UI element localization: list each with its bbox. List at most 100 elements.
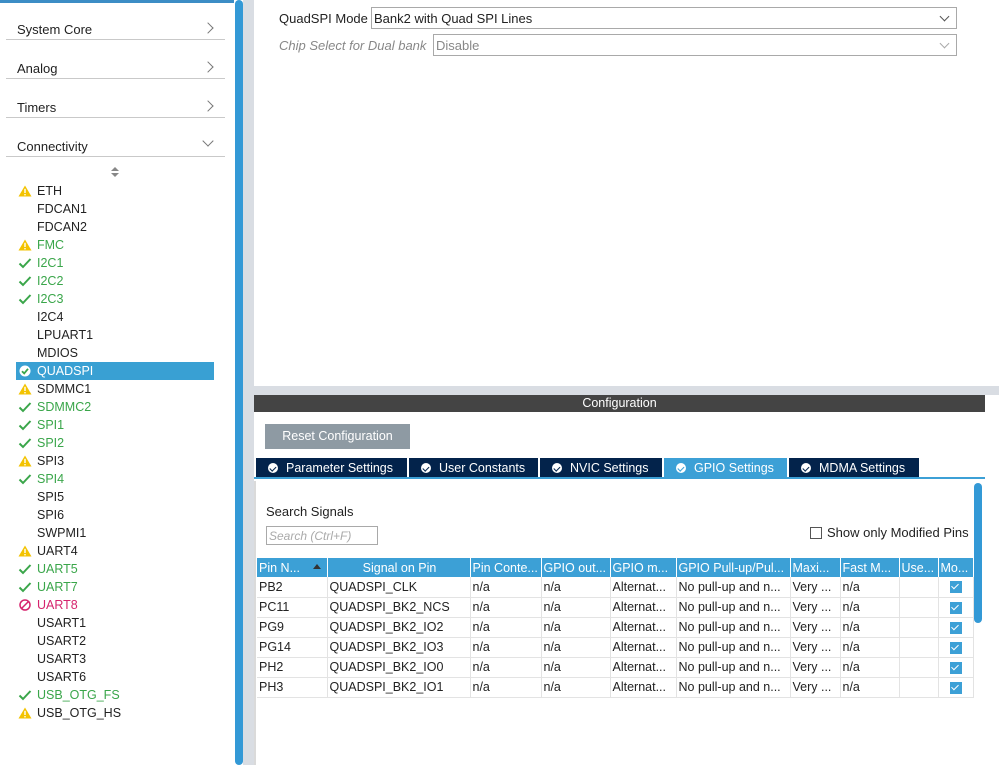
table-cell: PG14 bbox=[257, 637, 328, 658]
column-header-gpio-pull[interactable]: GPIO Pull-up/Pul... bbox=[676, 558, 791, 577]
table-cell: No pull-up and n... bbox=[676, 577, 791, 598]
table-header-row: Pin N... Signal on Pin Pin Conte... GPIO… bbox=[257, 558, 974, 577]
peripheral-name: FMC bbox=[37, 238, 65, 252]
modified-checkbox[interactable] bbox=[949, 641, 962, 654]
peripheral-item-usart1[interactable]: USART1 bbox=[16, 614, 214, 632]
search-signals-input[interactable] bbox=[266, 526, 378, 545]
sort-toggle-icon[interactable] bbox=[110, 167, 120, 179]
peripheral-item-uart4[interactable]: UART4 bbox=[16, 542, 214, 560]
tab-underline bbox=[254, 477, 985, 479]
reset-configuration-button[interactable]: Reset Configuration bbox=[265, 424, 410, 449]
vertical-splitter[interactable] bbox=[243, 0, 254, 765]
table-cell bbox=[899, 597, 939, 618]
peripheral-name: FDCAN1 bbox=[37, 202, 88, 216]
quadspi-mode-select[interactable]: Bank2 with Quad SPI Lines bbox=[371, 7, 957, 29]
column-header-modified[interactable]: Mo... bbox=[938, 558, 974, 577]
peripheral-name: I2C3 bbox=[37, 292, 64, 306]
table-cell: n/a bbox=[840, 637, 900, 658]
peripheral-name: USART2 bbox=[37, 634, 87, 648]
column-header-max-speed[interactable]: Maxi... bbox=[790, 558, 841, 577]
chip-select-select[interactable]: Disable bbox=[433, 34, 957, 56]
modified-checkbox[interactable] bbox=[949, 681, 962, 694]
table-cell: Very ... bbox=[790, 617, 841, 638]
peripheral-name: SPI5 bbox=[37, 490, 65, 504]
chevron-down-icon bbox=[202, 135, 214, 147]
peripheral-item-quadspi[interactable]: QUADSPI bbox=[16, 362, 214, 380]
table-cell: Very ... bbox=[790, 677, 841, 698]
modified-cell bbox=[938, 637, 974, 658]
peripheral-item-spi3[interactable]: SPI3 bbox=[16, 452, 214, 470]
horizontal-splitter[interactable] bbox=[254, 386, 999, 395]
peripheral-item-usb_otg_fs[interactable]: USB_OTG_FS bbox=[16, 686, 214, 704]
table-row[interactable]: PC11 QUADSPI_BK2_NCS n/a n/a Alternat... No p… bbox=[257, 597, 974, 618]
table-row[interactable]: PB2 QUADSPI_CLK n/a n/a Alternat... No pull-u… bbox=[257, 577, 974, 598]
modified-checkbox[interactable] bbox=[949, 581, 962, 594]
peripheral-item-usart3[interactable]: USART3 bbox=[16, 650, 214, 668]
peripheral-item-sdmmc1[interactable]: SDMMC1 bbox=[16, 380, 214, 398]
peripheral-name: USART6 bbox=[37, 670, 87, 684]
tab-gpio-settings[interactable]: GPIO Settings bbox=[664, 458, 787, 478]
peripheral-item-usart6[interactable]: USART6 bbox=[16, 668, 214, 686]
peripheral-item-i2c1[interactable]: I2C1 bbox=[16, 254, 214, 272]
peripheral-item-spi6[interactable]: SPI6 bbox=[16, 506, 214, 524]
table-cell bbox=[899, 577, 939, 598]
sort-ascending-icon bbox=[312, 564, 321, 569]
peripheral-item-uart8[interactable]: UART8 bbox=[16, 596, 214, 614]
peripheral-item-spi2[interactable]: SPI2 bbox=[16, 434, 214, 452]
peripheral-item-i2c2[interactable]: I2C2 bbox=[16, 272, 214, 290]
table-row[interactable]: PG9 QUADSPI_BK2_IO2 n/a n/a Alternat... No pu… bbox=[257, 617, 974, 638]
peripheral-item-fdcan2[interactable]: FDCAN2 bbox=[16, 218, 214, 236]
peripheral-item-sdmmc2[interactable]: SDMMC2 bbox=[16, 398, 214, 416]
column-header-signal[interactable]: Signal on Pin bbox=[327, 558, 471, 577]
table-cell: n/a bbox=[541, 577, 611, 598]
config-scrollbar[interactable] bbox=[974, 483, 982, 623]
peripheral-item-fmc[interactable]: FMC bbox=[16, 236, 214, 254]
peripheral-item-usb_otg_hs[interactable]: USB_OTG_HS bbox=[16, 704, 214, 722]
category-analog[interactable]: Analog bbox=[6, 51, 225, 79]
show-modified-checkbox[interactable] bbox=[810, 527, 822, 539]
tab-user-constants[interactable]: User Constants bbox=[409, 458, 538, 478]
table-cell: No pull-up and n... bbox=[676, 617, 791, 638]
table-cell bbox=[899, 617, 939, 638]
tab-parameter-settings[interactable]: Parameter Settings bbox=[256, 458, 407, 478]
peripheral-item-spi1[interactable]: SPI1 bbox=[16, 416, 214, 434]
peripheral-item-lpuart1[interactable]: LPUART1 bbox=[16, 326, 214, 344]
chevron-right-icon bbox=[202, 61, 214, 73]
modified-cell bbox=[938, 617, 974, 638]
category-system-core[interactable]: System Core bbox=[6, 12, 225, 40]
peripheral-item-eth[interactable]: ETH bbox=[16, 182, 214, 200]
modified-checkbox[interactable] bbox=[949, 661, 962, 674]
table-row[interactable]: PH2 QUADSPI_BK2_IO0 n/a n/a Alternat... No pu… bbox=[257, 657, 974, 678]
tab-mdma-settings[interactable]: MDMA Settings bbox=[789, 458, 919, 478]
peripheral-item-uart7[interactable]: UART7 bbox=[16, 578, 214, 596]
peripheral-item-i2c3[interactable]: I2C3 bbox=[16, 290, 214, 308]
peripheral-name: LPUART1 bbox=[37, 328, 94, 342]
category-connectivity[interactable]: Connectivity bbox=[6, 129, 225, 157]
column-header-fast-mode[interactable]: Fast M... bbox=[840, 558, 900, 577]
column-header-pin[interactable]: Pin N... bbox=[257, 558, 328, 577]
modified-checkbox[interactable] bbox=[949, 621, 962, 634]
peripheral-item-i2c4[interactable]: I2C4 bbox=[16, 308, 214, 326]
category-timers[interactable]: Timers bbox=[6, 90, 225, 118]
peripheral-name: SPI2 bbox=[37, 436, 65, 450]
peripheral-item-spi5[interactable]: SPI5 bbox=[16, 488, 214, 506]
table-row[interactable]: PH3 QUADSPI_BK2_IO1 n/a n/a Alternat... No pu… bbox=[257, 677, 974, 698]
tab-nvic-settings[interactable]: NVIC Settings bbox=[540, 458, 662, 478]
chip-select-value: Disable bbox=[436, 38, 480, 53]
column-header-pin-context[interactable]: Pin Conte... bbox=[470, 558, 542, 577]
peripheral-item-spi4[interactable]: SPI4 bbox=[16, 470, 214, 488]
peripheral-item-usart2[interactable]: USART2 bbox=[16, 632, 214, 650]
column-header-user-label[interactable]: Use... bbox=[899, 558, 939, 577]
panel-top-border bbox=[0, 0, 234, 3]
column-header-gpio-mode[interactable]: GPIO m... bbox=[610, 558, 677, 577]
peripheral-item-mdios[interactable]: MDIOS bbox=[16, 344, 214, 362]
column-header-gpio-output[interactable]: GPIO out... bbox=[541, 558, 611, 577]
modified-checkbox[interactable] bbox=[949, 601, 962, 614]
peripheral-item-uart5[interactable]: UART5 bbox=[16, 560, 214, 578]
peripheral-item-swpmi1[interactable]: SWPMI1 bbox=[16, 524, 214, 542]
tab-label: Parameter Settings bbox=[286, 461, 393, 475]
left-scrollbar[interactable] bbox=[235, 0, 243, 765]
peripheral-item-fdcan1[interactable]: FDCAN1 bbox=[16, 200, 214, 218]
check-icon bbox=[18, 294, 32, 305]
table-row[interactable]: PG14 QUADSPI_BK2_IO3 n/a n/a Alternat... No p… bbox=[257, 637, 974, 658]
